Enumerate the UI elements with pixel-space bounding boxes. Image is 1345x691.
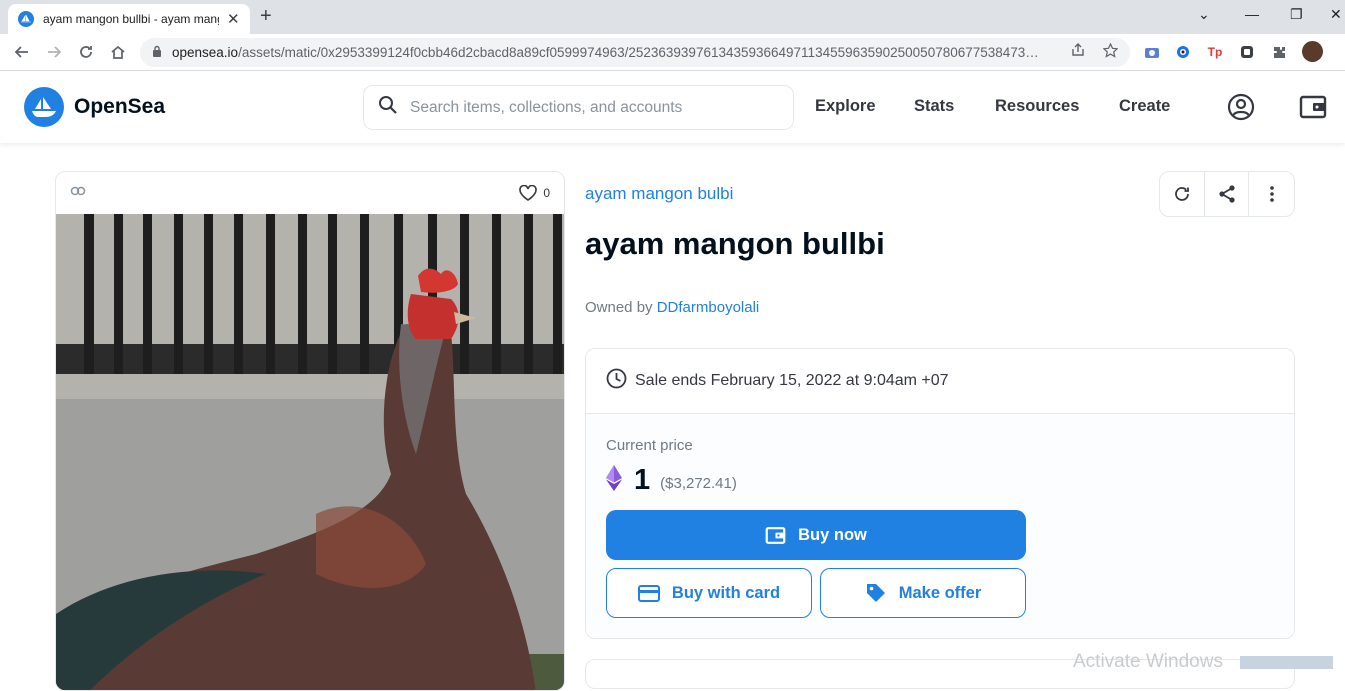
- browser-tab-active[interactable]: ayam mangon bullbi - ayam mangon bulbi |…: [8, 4, 250, 34]
- media-card-header: 0: [56, 172, 564, 214]
- price-usd-value: ($3,272.41): [660, 475, 737, 492]
- wallet-icon: [765, 526, 786, 544]
- credit-card-icon: [637, 584, 660, 602]
- nav-stats[interactable]: Stats: [914, 97, 954, 116]
- price-eth-value: 1: [634, 464, 651, 496]
- item-image: [56, 214, 564, 690]
- favorite-button[interactable]: 0: [519, 185, 550, 201]
- refresh-metadata-button[interactable]: [1160, 172, 1205, 216]
- current-price-label: Current price: [606, 437, 693, 454]
- buy-with-card-label: Buy with card: [671, 583, 781, 602]
- heart-icon: [519, 185, 538, 201]
- item-action-buttons: [1159, 171, 1295, 217]
- bookmark-star-icon[interactable]: [1102, 42, 1119, 63]
- owner-link[interactable]: DDfarmboyolali: [657, 299, 760, 316]
- refresh-icon: [1174, 187, 1189, 201]
- search-box[interactable]: [363, 85, 794, 130]
- item-media-card: 0: [55, 171, 565, 691]
- trade-panel: Sale ends February 15, 2022 at 9:04am +0…: [585, 348, 1295, 639]
- home-icon[interactable]: [107, 41, 129, 63]
- url-text: opensea.io/assets/matic/0x2953399124f0cb…: [172, 45, 1039, 60]
- collection-link[interactable]: ayam mangon bulbi: [585, 184, 733, 204]
- forward-icon[interactable]: [43, 41, 65, 63]
- price-section: Current price 1 ($3,272.41) Buy now Buy …: [586, 414, 1294, 638]
- browser-tabstrip: ayam mangon bullbi - ayam mangon bulbi |…: [0, 0, 1345, 34]
- ethereum-icon: [606, 465, 622, 496]
- nav-resources[interactable]: Resources: [995, 97, 1079, 116]
- tab-close-icon[interactable]: ✕: [227, 12, 240, 27]
- clock-icon: [606, 368, 627, 394]
- reload-icon[interactable]: [75, 41, 97, 63]
- price-row: 1 ($3,272.41): [606, 464, 737, 497]
- search-input[interactable]: [410, 98, 770, 117]
- buy-with-card-button[interactable]: Buy with card: [606, 568, 812, 618]
- favorite-count: 0: [543, 186, 550, 200]
- extensions-icon[interactable]: [1270, 43, 1288, 61]
- activate-windows-watermark: Activate Windows: [1073, 651, 1223, 672]
- buy-now-button[interactable]: Buy now: [606, 510, 1026, 560]
- make-offer-button[interactable]: Make offer: [820, 568, 1026, 618]
- search-icon: [378, 95, 398, 120]
- browser-toolbar: opensea.io/assets/matic/0x2953399124f0cb…: [0, 34, 1345, 71]
- more-options-button[interactable]: [1249, 172, 1294, 216]
- item-title: ayam mangon bullbi: [585, 226, 885, 261]
- back-icon[interactable]: [11, 41, 33, 63]
- account-icon[interactable]: [1227, 93, 1255, 121]
- tp-extension-icon[interactable]: Tp: [1206, 43, 1224, 61]
- puzzle-extension-icon[interactable]: [1238, 43, 1256, 61]
- opensea-logo[interactable]: OpenSea: [24, 87, 165, 127]
- more-vertical-icon: [1269, 186, 1274, 202]
- new-tab-icon[interactable]: +: [260, 6, 272, 26]
- restore-icon[interactable]: ❐: [1290, 6, 1303, 23]
- eye-extension-icon[interactable]: [1174, 43, 1192, 61]
- address-bar[interactable]: opensea.io/assets/matic/0x2953399124f0cb…: [140, 38, 1130, 67]
- sale-timer-row: Sale ends February 15, 2022 at 9:04am +0…: [586, 349, 1294, 414]
- profile-avatar[interactable]: [1302, 41, 1323, 62]
- opensea-favicon-icon: [18, 11, 34, 27]
- logo-text: OpenSea: [74, 95, 166, 118]
- buy-now-label: Buy now: [798, 525, 867, 544]
- lock-icon[interactable]: [152, 44, 162, 62]
- close-window-icon[interactable]: ✕: [1330, 6, 1342, 23]
- minimize-icon[interactable]: —: [1245, 6, 1259, 22]
- chain-link-icon[interactable]: [70, 184, 86, 202]
- opensea-ship-icon: [24, 87, 64, 127]
- tab-title: ayam mangon bullbi - ayam mangon bulbi |…: [43, 12, 219, 26]
- share-icon: [1218, 185, 1235, 203]
- share-page-icon[interactable]: [1071, 43, 1085, 62]
- nav-create[interactable]: Create: [1119, 97, 1170, 116]
- tab-search-chevron-icon[interactable]: ⌄: [1198, 6, 1210, 23]
- wallet-icon[interactable]: [1299, 93, 1327, 121]
- sale-ends-text: Sale ends February 15, 2022 at 9:04am +0…: [635, 372, 949, 389]
- camera-extension-icon[interactable]: [1143, 43, 1161, 61]
- tag-icon: [866, 584, 885, 602]
- owner-line: Owned by DDfarmboyolali: [585, 299, 759, 316]
- site-header: OpenSea Explore Stats Resources Create: [0, 71, 1345, 143]
- taskbar-fragment: [1240, 656, 1333, 669]
- share-button[interactable]: [1205, 172, 1250, 216]
- make-offer-label: Make offer: [898, 583, 982, 602]
- owned-by-label: Owned by: [585, 299, 653, 316]
- nav-explore[interactable]: Explore: [815, 97, 876, 116]
